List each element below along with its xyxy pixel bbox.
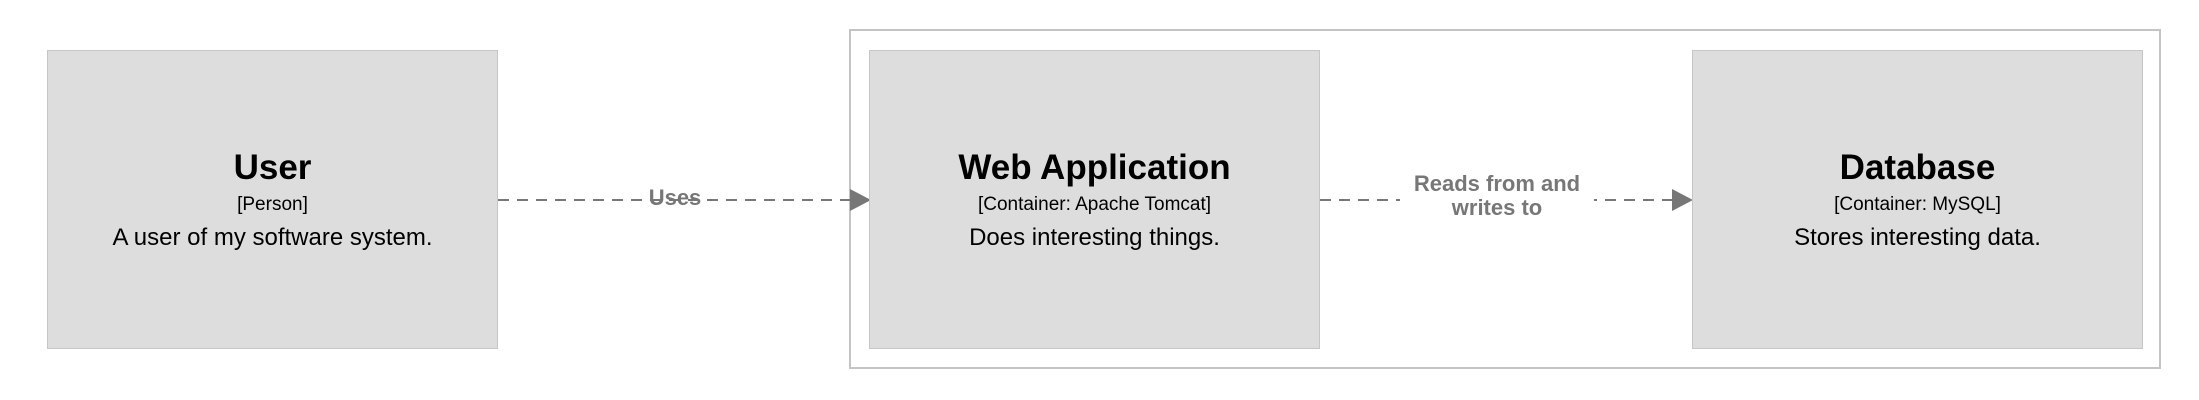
uses-label: Uses (648, 185, 702, 210)
web-application-name: Web Application (958, 147, 1231, 187)
user-person-box[interactable]: User [Person] A user of my software syst… (47, 50, 498, 349)
user-name: User (233, 147, 312, 187)
uses-arrowhead-icon (850, 189, 871, 211)
user-description: A user of my software system. (112, 223, 433, 251)
database-container-box[interactable]: Database [Container: MySQL] Stores inter… (1692, 50, 2143, 349)
reads-writes-arrowhead-icon (1672, 189, 1693, 211)
database-description: Stores interesting data. (1794, 223, 2041, 251)
reads-writes-label: Reads from and writes to (1400, 172, 1594, 220)
web-application-description: Does interesting things. (969, 223, 1220, 251)
web-application-container-box[interactable]: Web Application [Container: Apache Tomca… (869, 50, 1320, 349)
web-application-type: [Container: Apache Tomcat] (977, 193, 1212, 215)
database-type: [Container: MySQL] (1834, 193, 2001, 215)
user-type: [Person] (237, 193, 308, 215)
database-name: Database (1839, 147, 1996, 187)
